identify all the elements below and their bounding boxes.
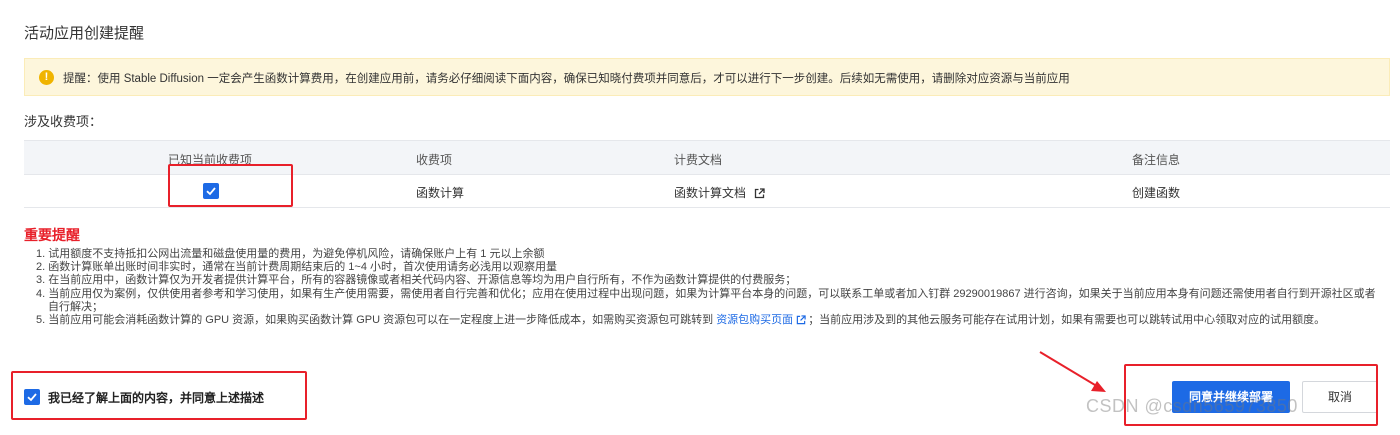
annotation-arrow xyxy=(1039,351,1106,392)
watermark: CSDN @csdn565973850 xyxy=(1086,396,1298,416)
